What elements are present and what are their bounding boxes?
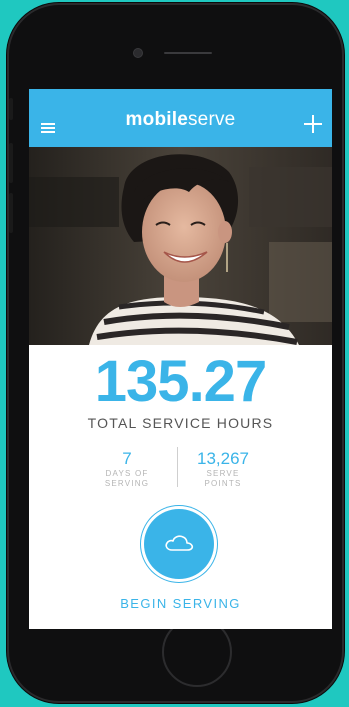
front-camera	[133, 48, 143, 58]
begin-serving-label[interactable]: BEGIN SERVING	[29, 596, 332, 611]
total-hours-value: 135.27	[94, 349, 267, 414]
days-value: 7	[122, 449, 132, 468]
volume-down-button	[9, 193, 13, 233]
earpiece-speaker	[164, 52, 212, 54]
points-stat: 13,267 SERVE POINTS	[173, 450, 273, 490]
points-value: 13,267	[197, 449, 249, 468]
points-label-line2: POINTS	[204, 479, 242, 489]
app-screen: mobileserve 135.27 TOTAL SERVICE HOURS 7…	[29, 89, 332, 629]
days-stat: 7 DAYS OF SERVING	[77, 450, 177, 490]
days-label-line1: DAYS OF	[105, 469, 149, 478]
begin-serving-button[interactable]	[144, 509, 214, 579]
smiling-woman-photo	[29, 147, 332, 345]
stats-panel: 135.27 TOTAL SERVICE HOURS 7 DAYS OF SER…	[29, 345, 332, 629]
points-label-line1: SERVE	[206, 469, 240, 478]
app-logo: mobileserve	[29, 109, 332, 131]
app-header: mobileserve	[29, 89, 332, 147]
hero-photo	[29, 147, 332, 345]
plus-icon[interactable]	[304, 115, 322, 133]
mute-switch	[9, 98, 13, 120]
total-hours-label: TOTAL SERVICE HOURS	[87, 415, 274, 431]
days-label-line2: SERVING	[104, 479, 150, 489]
cloud-icon	[165, 535, 194, 551]
volume-up-button	[9, 143, 13, 183]
brand-part-2: serve	[187, 109, 236, 130]
brand-part-1: mobile	[125, 109, 188, 130]
